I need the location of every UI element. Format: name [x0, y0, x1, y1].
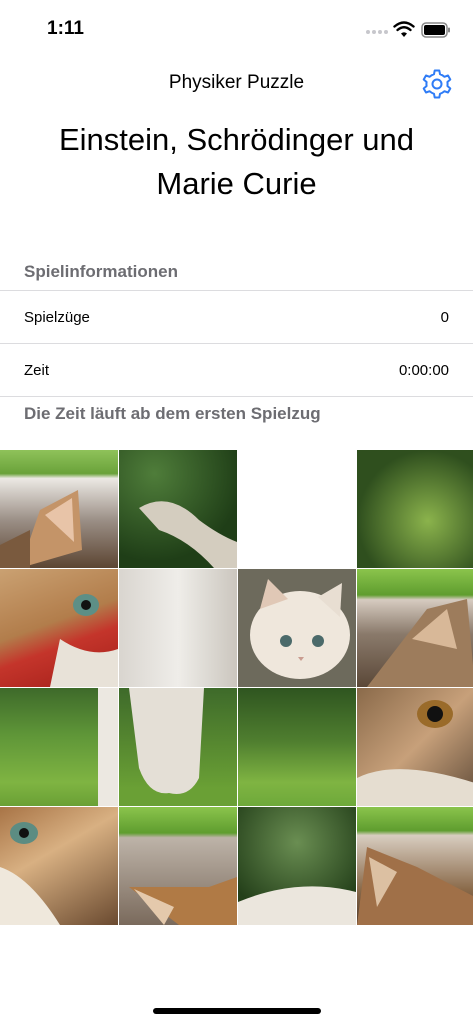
battery-icon [421, 22, 450, 38]
puzzle-tile[interactable] [238, 807, 356, 925]
puzzle-tile[interactable] [119, 569, 237, 687]
puzzle-tile[interactable] [119, 450, 237, 568]
wifi-icon [393, 21, 415, 37]
cellular-signal-icon [366, 30, 388, 36]
section-header: Spielinformationen [24, 262, 178, 281]
puzzle-tile[interactable] [0, 688, 118, 806]
gear-icon[interactable] [420, 67, 454, 101]
puzzle-title: Einstein, Schrödinger und Marie Curie [20, 118, 453, 206]
separator [0, 290, 473, 291]
separator [0, 343, 473, 344]
puzzle-board [0, 450, 473, 926]
moves-label: Spielzüge [24, 309, 90, 326]
puzzle-tile[interactable] [0, 807, 118, 925]
puzzle-tile[interactable] [357, 807, 473, 925]
puzzle-tile[interactable] [119, 807, 237, 925]
puzzle-tile[interactable] [0, 450, 118, 568]
puzzle-tile[interactable] [357, 569, 473, 687]
puzzle-tile[interactable] [119, 688, 237, 806]
puzzle-tile[interactable] [357, 450, 473, 568]
separator [0, 396, 473, 397]
puzzle-tile[interactable] [238, 688, 356, 806]
moves-row: Spielzüge 0 [24, 309, 449, 326]
time-value: 0:00:00 [398, 362, 449, 379]
puzzle-tile[interactable] [238, 569, 356, 687]
moves-value: 0 [440, 309, 449, 326]
section-footer: Die Zeit läuft ab dem ersten Spielzug [24, 404, 321, 423]
time-label: Zeit [24, 362, 50, 379]
status-bar: 1:11 [0, 0, 473, 60]
puzzle-tile[interactable] [0, 569, 118, 687]
title-line-1: Einstein, Schrödinger und [58, 122, 414, 157]
empty-tile [238, 450, 356, 568]
puzzle-tile[interactable] [357, 688, 473, 806]
nav-title: Physiker Puzzle [168, 72, 305, 93]
time-row: Zeit 0:00:00 [24, 362, 449, 379]
status-time: 1:11 [47, 18, 84, 39]
home-indicator[interactable] [153, 1008, 321, 1014]
title-line-2: Marie Curie [156, 166, 317, 201]
